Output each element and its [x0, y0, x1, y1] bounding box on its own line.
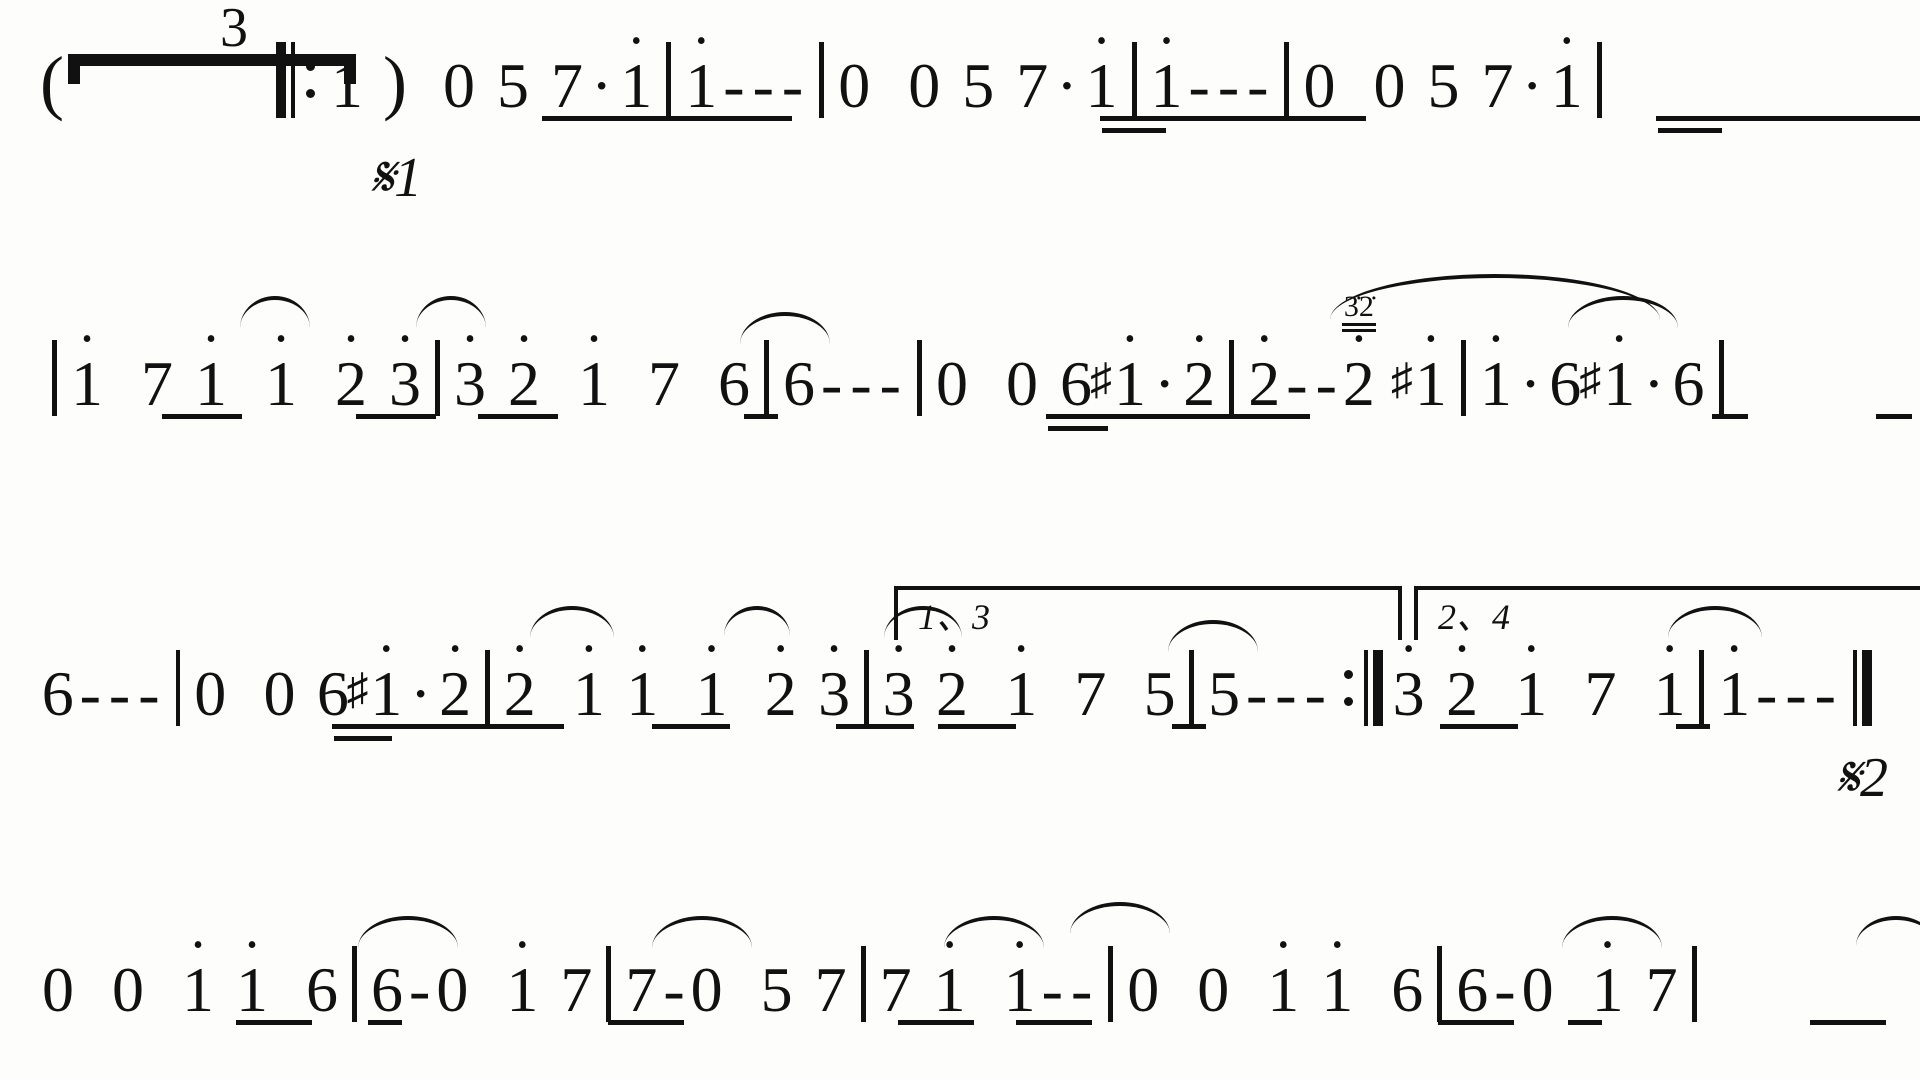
note: 1: [1149, 54, 1185, 118]
note: 5: [1425, 54, 1461, 118]
barline: [1597, 42, 1602, 118]
note: 0: [836, 54, 872, 118]
note: 0: [1301, 54, 1337, 118]
note: 1: [618, 54, 654, 118]
segno-1: 𝄋1: [370, 146, 422, 211]
note: 1: [1084, 54, 1120, 118]
note: 7: [549, 54, 585, 118]
volta-2: 2、4: [1414, 586, 1920, 640]
barline: [666, 42, 671, 118]
volta-1: 1、3: [894, 586, 1402, 640]
music-line-4: 0 0 1 1 6 6 - 0 1 7 7 - 0 5 7 7 1 1 -- 0…: [40, 946, 1880, 1022]
tuplet-number: 3: [220, 0, 248, 60]
close-paren: ): [383, 46, 407, 118]
note: 0: [1371, 54, 1407, 118]
barline: [52, 340, 57, 416]
music-line-2: 1 7 1 1 2 3 3 2 1 7 6 6 --- 0 0 6 1 · 2 …: [40, 340, 1880, 416]
open-paren: (: [40, 46, 64, 118]
note: 1: [1549, 54, 1585, 118]
barline: [1132, 42, 1137, 118]
note: 1: [683, 54, 719, 118]
rhythm-dot: ·: [585, 54, 618, 118]
final-barline: [1848, 650, 1872, 726]
segno-2: 𝄋2: [1836, 746, 1888, 811]
barline: [1284, 42, 1289, 118]
note: 0: [906, 54, 942, 118]
repeat-end: [1338, 650, 1383, 726]
music-line-3: 6 --- 0 0 6 1 · 2 2 1 1 1 2 3 3 2 1 7 5 …: [40, 650, 1880, 726]
dash: -: [719, 54, 748, 118]
barline: [819, 42, 824, 118]
note: 5: [960, 54, 996, 118]
note: 0: [441, 54, 477, 118]
note: 7: [1014, 54, 1050, 118]
note: 5: [495, 54, 531, 118]
note: 1: [329, 54, 365, 118]
note: 7: [1479, 54, 1515, 118]
